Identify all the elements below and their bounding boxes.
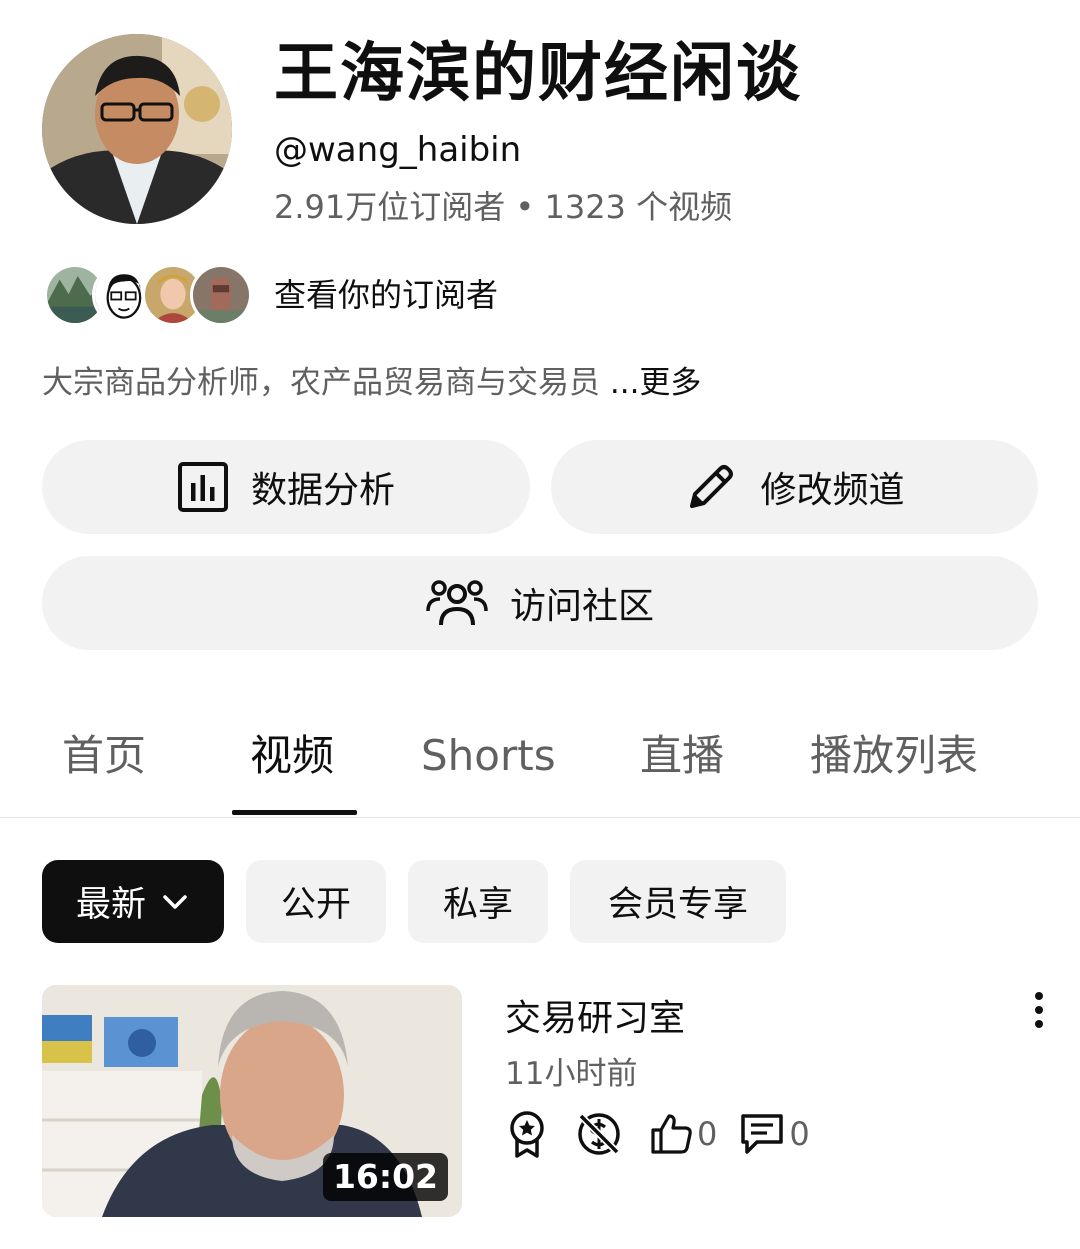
view-subscribers-link[interactable]: 查看你的订阅者 [274,274,498,316]
sort-dropdown[interactable]: 最新 [42,860,224,943]
chevron-down-icon [163,894,187,909]
badge-star-icon [510,1111,544,1158]
active-tab-indicator [232,810,357,815]
video-title[interactable]: 交易研习室 [505,996,685,1042]
visit-community-label: 访问社区 [509,586,654,627]
subscriber-avatar [190,264,252,326]
description-text: 大宗商品分析师，农产品贸易商与交易员 [42,365,610,401]
sort-label: 最新 [75,885,146,925]
channel-stats: 2.91万位订阅者 • 1323 个视频 [274,188,733,226]
tab-home[interactable]: 首页 [62,730,146,782]
view-subscribers-row[interactable]: 查看你的订阅者 [44,262,498,328]
dollar-off-icon [578,1113,620,1155]
channel-handle: @wang_haibin [274,130,522,170]
like-count: 0 [697,1115,718,1153]
video-duration: 16:02 [322,1153,448,1201]
channel-description[interactable]: 大宗商品分析师，农产品贸易商与交易员 ...更多 [42,362,701,404]
filter-chip-private[interactable]: 私享 [408,860,548,943]
kebab-menu-icon[interactable] [1022,990,1056,1030]
filter-chip-public[interactable]: 公开 [246,860,386,943]
thumbs-up-icon[interactable] [649,1112,693,1156]
pencil-icon [690,465,734,508]
tab-live[interactable]: 直播 [640,730,724,782]
video-age: 11小时前 [505,1056,638,1092]
analytics-button[interactable]: 数据分析 [42,440,530,534]
edit-channel-button[interactable]: 修改频道 [551,440,1038,534]
tab-shorts[interactable]: Shorts [421,730,556,782]
comment-count: 0 [789,1115,810,1153]
edit-channel-label: 修改频道 [760,470,905,511]
subscriber-avatars [44,262,254,328]
video-thumbnail[interactable]: 16:02 [42,985,462,1217]
tab-playlists[interactable]: 播放列表 [810,730,978,782]
channel-tabs: 首页 视频 Shorts 直播 播放列表 [0,700,1080,818]
channel-name: 王海滨的财经闲谈 [274,37,802,111]
analytics-label: 数据分析 [250,470,395,511]
comment-icon[interactable] [739,1112,785,1156]
description-more-link[interactable]: ...更多 [610,365,702,401]
bar-chart-icon [177,462,228,512]
video-metrics: 0 0 [505,1108,810,1160]
people-icon [426,580,488,626]
visit-community-button[interactable]: 访问社区 [42,556,1038,650]
filter-chip-members[interactable]: 会员专享 [570,860,786,943]
channel-avatar[interactable] [42,34,232,224]
tab-videos[interactable]: 视频 [250,730,334,782]
